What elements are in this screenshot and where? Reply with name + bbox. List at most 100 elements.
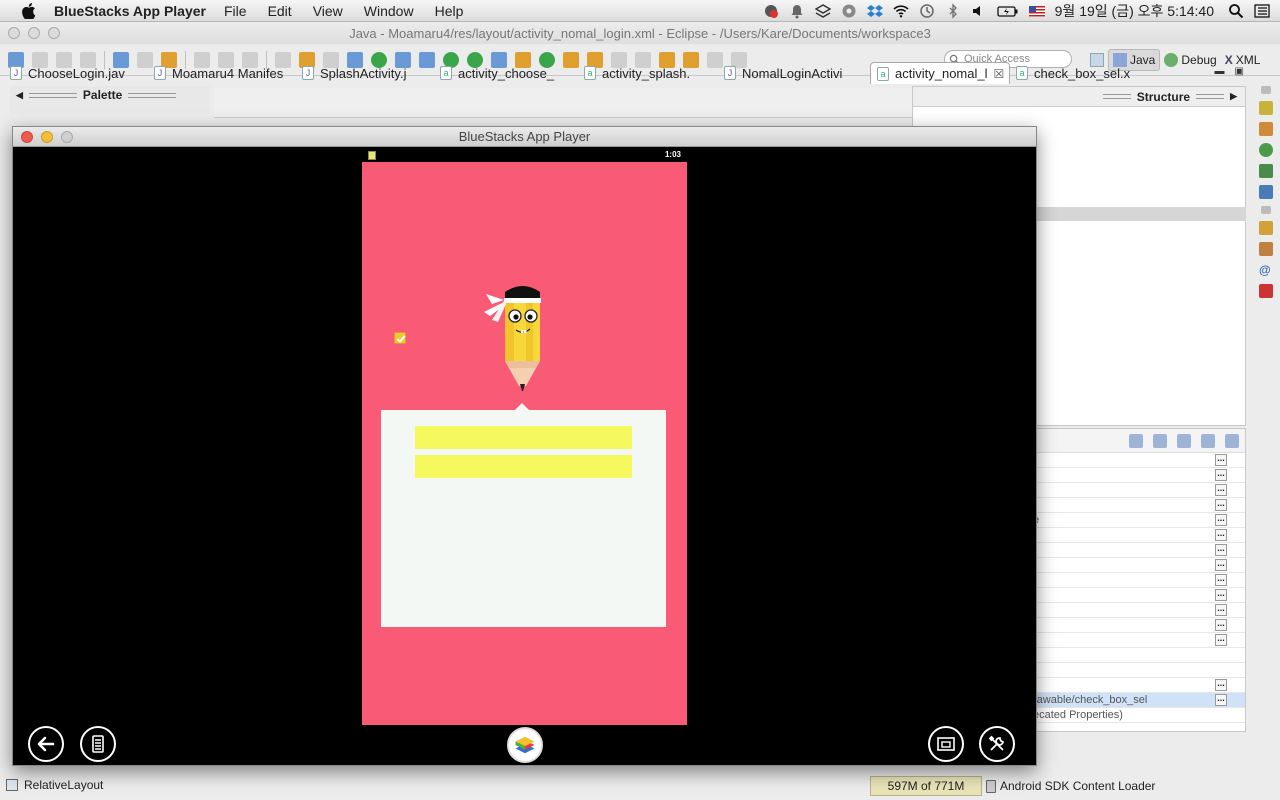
menu-view[interactable]: View [313,3,343,19]
filter-icon[interactable] [1177,433,1191,448]
eclipse-minimize-button[interactable] [28,27,40,39]
property-row[interactable]: ... [1029,528,1245,543]
apple-icon[interactable] [18,0,40,22]
battery-icon[interactable] [996,3,1019,19]
ellipsis-button[interactable]: ... [1215,694,1227,706]
ellipsis-button[interactable]: ... [1215,559,1227,571]
settings-button[interactable] [979,726,1015,762]
ellipsis-button[interactable]: ... [1215,619,1227,631]
wifi-icon[interactable] [893,3,909,19]
tab-check-box-sel[interactable]: a check_box_sel.x [1010,62,1140,84]
notification-center-icon[interactable] [1254,3,1270,19]
property-row[interactable]: ... [1029,453,1245,468]
property-row[interactable]: ... [1029,588,1245,603]
menu-file[interactable]: File [224,3,247,19]
bluestacks-minimize-button[interactable] [41,131,53,143]
ellipsis-button[interactable]: ... [1215,589,1227,601]
ellipsis-button[interactable]: ... [1215,544,1227,556]
ellipsis-button[interactable]: ... [1215,574,1227,586]
problems-icon[interactable] [1259,185,1273,199]
eclipse-zoom-button[interactable] [48,27,60,39]
ellipsis-button[interactable]: ... [1215,514,1227,526]
memory-indicator[interactable]: 597M of 771M [870,776,982,796]
menu-help[interactable]: Help [435,3,464,19]
flag-us-icon[interactable] [1028,5,1045,17]
error-log-icon[interactable] [1259,284,1273,298]
ellipsis-button[interactable]: ... [1215,499,1227,511]
menubar-clock[interactable]: 9월 19일 (금) 오후 5:14:40 [1055,1,1214,21]
ellipsis-button[interactable]: ... [1215,529,1227,541]
property-row[interactable]: ... [1029,618,1245,633]
property-row[interactable]: ... [1029,543,1245,558]
ellipsis-button[interactable]: ... [1215,484,1227,496]
tab-chooselogin-java[interactable]: J ChooseLogin.jav [0,62,148,84]
tab-manifest[interactable]: J Moamaru4 Manifes [148,62,296,84]
property-row[interactable]: e... [1029,513,1245,528]
show-advanced-icon[interactable] [1129,433,1143,448]
bluestacks-close-button[interactable] [21,131,33,143]
palette-collapse-icon[interactable]: ◀ [16,90,23,101]
window-mode-button[interactable] [928,726,964,762]
property-row[interactable]: ... [1029,498,1245,513]
declaration-icon[interactable] [1259,242,1273,256]
property-row[interactable]: ... [1029,633,1245,648]
outline-icon[interactable] [1259,101,1273,115]
trash-icon[interactable] [986,779,996,793]
property-row[interactable]: ... [1029,468,1245,483]
console-icon[interactable] [1259,164,1273,178]
bell-icon[interactable] [789,3,805,19]
debug-view-icon[interactable] [1259,143,1273,157]
tab-activity-nomal-login[interactable]: a activity_nomal_l ☒ [870,62,1010,84]
tab-nomallogin-activity[interactable]: J NomalLoginActivi [718,62,870,84]
eclipse-close-button[interactable] [8,27,20,39]
menu-edit[interactable]: Edit [268,3,292,19]
app-menu-name[interactable]: BlueStacks App Player [54,3,206,19]
tab-close-icon[interactable]: ☒ [994,67,1005,81]
menu-window[interactable]: Window [364,3,414,19]
property-row[interactable]: ... [1029,603,1245,618]
property-row[interactable]: ... [1029,483,1245,498]
tab-activity-choose[interactable]: a activity_choose_ [434,62,578,84]
at-sign-icon[interactable]: @ [1259,263,1273,277]
property-row-deprecated[interactable]: ecated Properties) [1029,708,1245,723]
property-row[interactable] [1029,648,1245,663]
ellipsis-button[interactable]: ... [1215,679,1227,691]
collapse-all-icon[interactable] [1225,433,1239,448]
sort-alpha-icon[interactable] [1153,433,1167,448]
back-button[interactable] [28,726,64,762]
structure-selected-row[interactable] [1033,207,1246,221]
ellipsis-button[interactable]: ... [1215,634,1227,646]
bluestacks-home-button[interactable] [507,727,543,763]
expand-all-icon[interactable] [1201,433,1215,448]
auto-login-checkbox[interactable] [394,332,406,344]
structure-expand-icon[interactable]: ▶ [1230,91,1237,102]
spotlight-search-icon[interactable] [1228,3,1244,19]
ellipsis-button[interactable]: ... [1215,469,1227,481]
maximize-icon[interactable]: ▣ [1235,66,1244,77]
minimize-icon[interactable]: ▬ [1215,66,1225,77]
soccer-icon[interactable] [841,3,857,19]
property-row[interactable]: ... [1029,558,1245,573]
password-input[interactable] [415,455,632,478]
volume-icon[interactable] [971,3,987,19]
ellipsis-button[interactable]: ... [1215,454,1227,466]
restore-icon[interactable] [1261,86,1271,94]
property-row[interactable]: ... [1029,678,1245,693]
time-machine-icon[interactable] [919,3,935,19]
menu-button[interactable] [80,726,116,762]
tab-activity-splash[interactable]: a activity_splash. [578,62,718,84]
recording-icon[interactable] [763,3,779,19]
restore-icon[interactable] [1261,206,1271,214]
dropbox-icon[interactable] [866,3,883,19]
hierarchy-icon[interactable] [1259,122,1273,136]
property-row-background[interactable]: rawable/check_box_sel... [1029,693,1245,708]
bluetooth-icon[interactable] [945,3,961,19]
layers-icon[interactable] [814,3,831,19]
bluestacks-zoom-button[interactable] [61,131,73,143]
property-row[interactable] [1029,663,1245,678]
property-row[interactable]: ... [1029,573,1245,588]
id-input[interactable] [415,426,632,449]
javadoc-icon[interactable] [1259,221,1273,235]
tab-splashactivity[interactable]: J SplashActivity.j [296,62,434,84]
ellipsis-button[interactable]: ... [1215,604,1227,616]
